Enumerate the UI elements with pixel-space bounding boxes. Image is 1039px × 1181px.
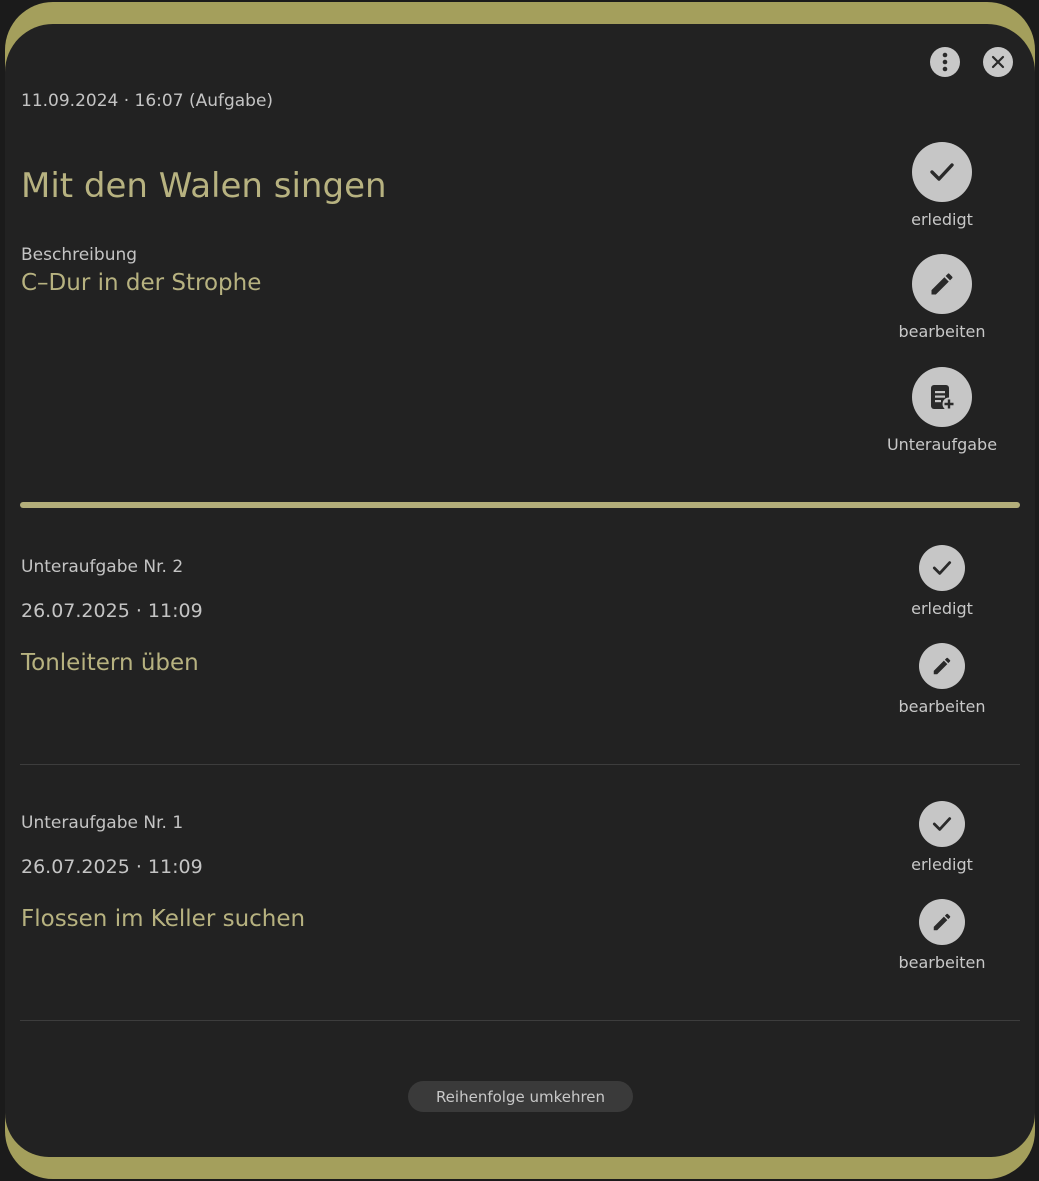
more-menu-button[interactable] <box>930 47 960 77</box>
subtask-date: 26.07.2025 · 11:09 <box>21 856 203 878</box>
task-description: C–Dur in der Strophe <box>21 270 262 296</box>
subtask-title: Tonleitern üben <box>21 650 199 676</box>
subtask-title: Flossen im Keller suchen <box>21 906 306 932</box>
subtask-done-label: erledigt <box>911 599 973 618</box>
task-edit-action: bearbeiten <box>872 254 1012 341</box>
pencil-icon <box>931 273 953 295</box>
subtask-number: Unteraufgabe Nr. 2 <box>21 557 184 577</box>
task-title: Mit den Walen singen <box>21 166 387 206</box>
add-subtask-label: Unteraufgabe <box>886 435 998 454</box>
more-vertical-icon <box>942 52 948 72</box>
subtask-edit-action: bearbeiten <box>872 643 1012 716</box>
task-done-button[interactable] <box>912 142 972 202</box>
task-meta: 11.09.2024 · 16:07 (Aufgabe) <box>21 91 274 111</box>
task-done-action: erledigt <box>872 142 1012 229</box>
add-subtask-action: Unteraufgabe <box>872 367 1012 454</box>
subtask-divider <box>20 764 1020 765</box>
task-detail-panel: 11.09.2024 · 16:07 (Aufgabe) Mit den Wal… <box>5 24 1035 1157</box>
description-label: Beschreibung <box>21 245 138 265</box>
reverse-order-button[interactable]: Reihenfolge umkehren <box>408 1081 633 1112</box>
add-subtask-button[interactable] <box>912 367 972 427</box>
section-divider <box>20 502 1020 508</box>
subtask-edit-label: bearbeiten <box>898 697 986 716</box>
subtask-edit-label: bearbeiten <box>898 953 986 972</box>
pencil-icon <box>933 913 951 931</box>
note-add-icon <box>931 385 956 411</box>
task-edit-button[interactable] <box>912 254 972 314</box>
subtask-done-button[interactable] <box>919 545 965 591</box>
close-icon <box>991 55 1005 69</box>
check-icon <box>932 817 952 831</box>
subtask-number: Unteraufgabe Nr. 1 <box>21 813 184 833</box>
subtask-date: 26.07.2025 · 11:09 <box>21 600 203 622</box>
subtask-done-action: erledigt <box>872 801 1012 874</box>
subtask-done-label: erledigt <box>911 855 973 874</box>
subtask-divider <box>20 1020 1020 1021</box>
check-icon <box>930 163 954 181</box>
close-button[interactable] <box>983 47 1013 77</box>
check-icon <box>932 561 952 575</box>
task-edit-label: bearbeiten <box>898 322 986 341</box>
task-done-label: erledigt <box>911 210 973 229</box>
pencil-icon <box>933 657 951 675</box>
subtask-edit-action: bearbeiten <box>872 899 1012 972</box>
subtask-edit-button[interactable] <box>919 899 965 945</box>
subtask-edit-button[interactable] <box>919 643 965 689</box>
subtask-done-button[interactable] <box>919 801 965 847</box>
subtask-done-action: erledigt <box>872 545 1012 618</box>
